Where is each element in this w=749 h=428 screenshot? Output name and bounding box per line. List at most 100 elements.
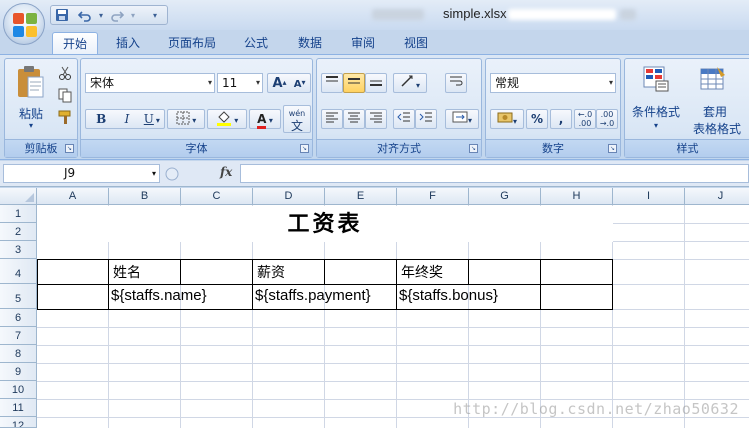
column-header-E[interactable]: E [325, 188, 397, 205]
customize-qat-icon[interactable]: ▾ [147, 8, 163, 23]
row-header-6[interactable]: 6 [0, 309, 37, 327]
font-color-button[interactable]: A ▾ [249, 109, 281, 129]
conditional-format-icon [643, 66, 669, 92]
merge-center-button[interactable]: ▾ [445, 109, 479, 129]
row-header-11[interactable]: 11 [0, 399, 37, 417]
conditional-format-button[interactable]: 条件格式 ▾ [629, 63, 683, 135]
spreadsheet-grid[interactable]: A B C D E F G H I J 1 2 3 4 5 6 7 8 9 10… [0, 188, 749, 428]
align-top-button[interactable] [321, 73, 343, 93]
tab-data[interactable]: 数据 [290, 32, 330, 54]
copy-icon[interactable] [57, 87, 73, 103]
bold-button[interactable]: B [90, 110, 112, 128]
undo-icon[interactable] [77, 8, 93, 23]
column-header-H[interactable]: H [541, 188, 613, 205]
number-dialog-launcher-icon[interactable]: ↘ [608, 144, 617, 153]
redo-icon[interactable] [109, 8, 125, 23]
tab-review[interactable]: 审阅 [343, 32, 383, 54]
currency-button[interactable]: ▾ [490, 109, 524, 129]
column-header-B[interactable]: B [109, 188, 181, 205]
increase-indent-button[interactable] [415, 109, 437, 129]
number-format-select[interactable]: 常规 ▾ [490, 73, 616, 93]
column-header-D[interactable]: D [253, 188, 325, 205]
increase-decimal-button[interactable]: ←.0.00 [574, 109, 596, 129]
save-icon[interactable] [54, 8, 70, 23]
row-header-1[interactable]: 1 [0, 205, 37, 223]
gridline [37, 327, 749, 328]
align-center-button[interactable] [343, 109, 365, 129]
chevron-down-icon: ▾ [207, 78, 212, 87]
clipboard-dialog-launcher-icon[interactable]: ↘ [65, 144, 74, 153]
shrink-font-button[interactable]: A [294, 79, 302, 90]
header-cell-bonus[interactable]: 年终奖 [401, 262, 443, 282]
column-header-C[interactable]: C [181, 188, 253, 205]
orientation-button[interactable]: ▾ [393, 73, 427, 93]
data-cell-payment[interactable]: ${staffs.payment} [255, 287, 396, 304]
underline-button[interactable]: U [142, 110, 156, 128]
row-header-2[interactable]: 2 [0, 223, 37, 241]
comma-button[interactable]: , [550, 109, 572, 129]
watermark-text: http://blog.csdn.net/zhao50632 [453, 400, 739, 418]
paste-dropdown-icon: ▾ [28, 121, 33, 130]
paste-icon [18, 66, 44, 98]
align-bottom-button[interactable] [365, 73, 387, 93]
borders-icon [176, 111, 190, 125]
column-header-I[interactable]: I [613, 188, 685, 205]
formula-input[interactable] [240, 164, 749, 183]
decrease-indent-icon [397, 112, 410, 122]
font-name-select[interactable]: 宋体 ▾ [85, 73, 215, 93]
undo-dropdown-icon[interactable]: ▾ [93, 8, 109, 23]
row-header-9[interactable]: 9 [0, 363, 37, 381]
align-left-button[interactable] [321, 109, 343, 129]
row-header-12[interactable]: 12 [0, 417, 37, 428]
header-cell-payment[interactable]: 薪资 [257, 262, 285, 282]
insert-function-icon[interactable]: fx [220, 165, 232, 179]
row-header-4[interactable]: 4 [0, 259, 37, 284]
column-header-A[interactable]: A [37, 188, 109, 205]
italic-button[interactable]: I [116, 110, 138, 128]
alignment-dialog-launcher-icon[interactable]: ↘ [469, 144, 478, 153]
redo-dropdown-icon[interactable]: ▾ [125, 8, 141, 23]
data-cell-name[interactable]: ${staffs.name} [111, 287, 207, 304]
decrease-decimal-button[interactable]: .00 →.0 [596, 109, 618, 129]
align-middle-button[interactable] [343, 73, 365, 93]
column-header-J[interactable]: J [685, 188, 749, 205]
phonetic-button[interactable]: wén 文 [283, 105, 311, 133]
data-cell-bonus[interactable]: ${staffs.bonus} [399, 287, 498, 304]
name-box[interactable]: J9 ▾ [3, 164, 160, 183]
tab-view[interactable]: 视图 [396, 32, 436, 54]
fill-color-button[interactable]: ▾ [207, 109, 247, 129]
font-dialog-launcher-icon[interactable]: ↘ [300, 144, 309, 153]
tab-page-layout[interactable]: 页面布局 [162, 32, 222, 54]
increase-decimal-icon: ←.0.00 [577, 110, 593, 128]
column-header-G[interactable]: G [469, 188, 541, 205]
decrease-decimal-icon: .00 →.0 [599, 110, 615, 128]
wrap-text-button[interactable] [445, 73, 467, 93]
cut-icon[interactable] [57, 65, 73, 81]
tab-insert[interactable]: 插入 [108, 32, 148, 54]
row-header-3[interactable]: 3 [0, 241, 37, 259]
format-as-table-button[interactable]: 套用 表格格式 [685, 63, 745, 136]
blurred-region [620, 9, 636, 20]
grow-font-button[interactable]: A [272, 76, 282, 91]
header-cell-name[interactable]: 姓名 [113, 262, 141, 282]
paste-button[interactable]: 粘贴 ▾ [9, 63, 53, 135]
borders-button[interactable]: ▾ [167, 109, 205, 129]
font-size-select[interactable]: 11 ▾ [217, 73, 263, 93]
office-button[interactable] [3, 3, 45, 45]
select-all-button[interactable] [0, 188, 37, 205]
row-header-7[interactable]: 7 [0, 327, 37, 345]
format-painter-icon[interactable] [57, 109, 73, 125]
conditional-format-label: 条件格式 [631, 105, 680, 119]
sheet-title-cell[interactable]: 工资表 [37, 206, 613, 242]
align-top-icon [326, 76, 338, 82]
row-header-10[interactable]: 10 [0, 381, 37, 399]
tab-home[interactable]: 开始 [52, 32, 98, 54]
formula-bar-handle-icon[interactable] [164, 166, 180, 182]
align-right-button[interactable] [365, 109, 387, 129]
tab-formulas[interactable]: 公式 [236, 32, 276, 54]
row-header-8[interactable]: 8 [0, 345, 37, 363]
row-header-5[interactable]: 5 [0, 284, 37, 309]
decrease-indent-button[interactable] [393, 109, 415, 129]
column-header-F[interactable]: F [397, 188, 469, 205]
percent-button[interactable]: % [526, 109, 548, 129]
